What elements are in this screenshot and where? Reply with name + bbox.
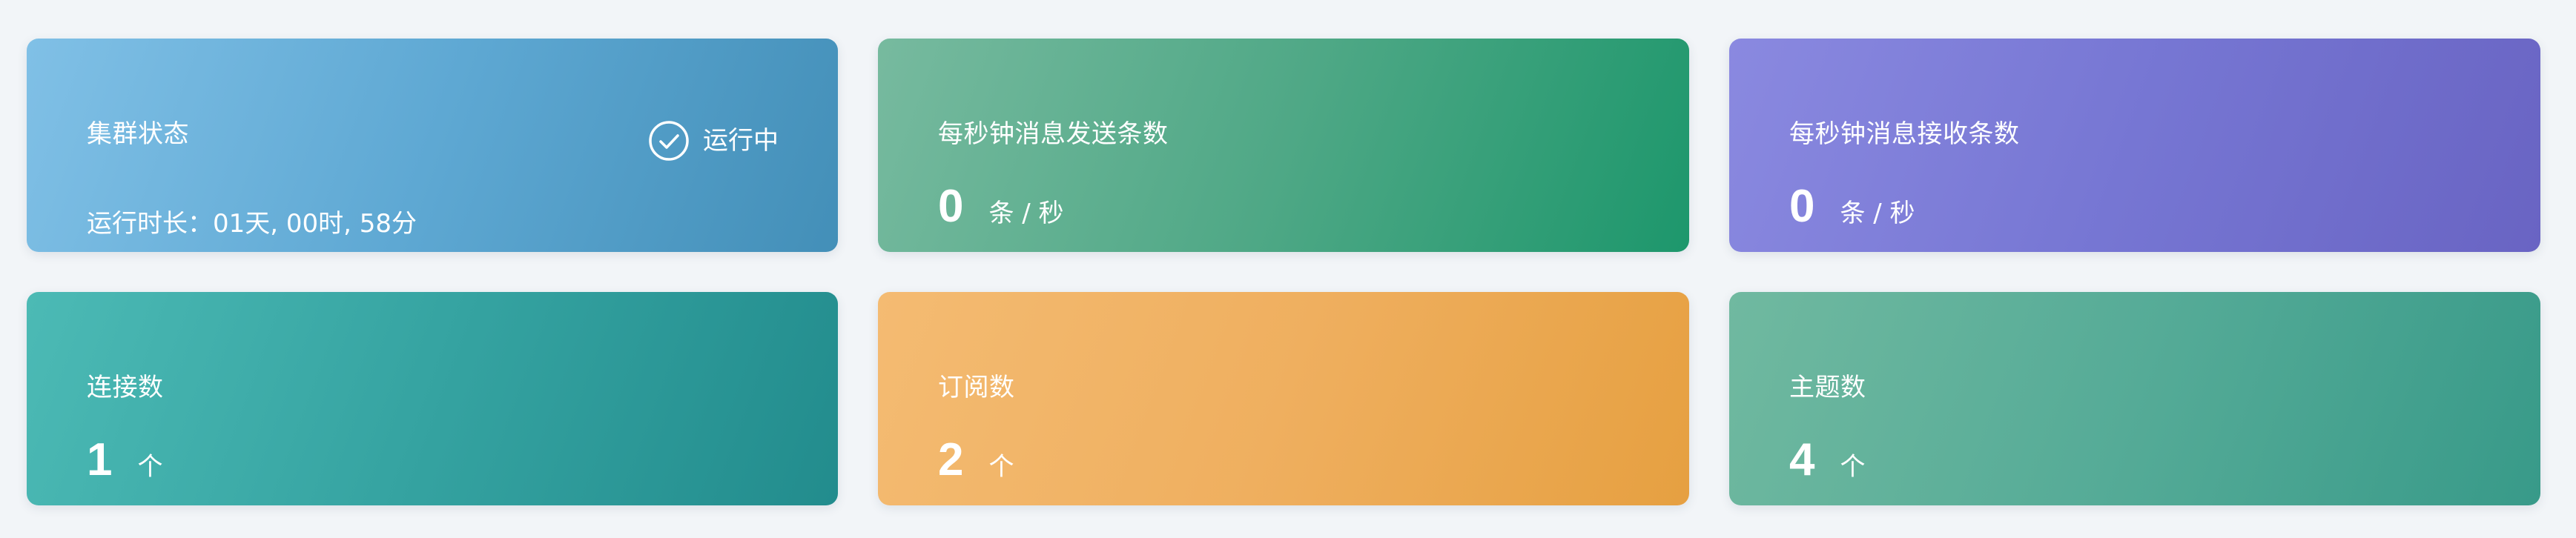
cluster-status-text: 运行中 — [703, 126, 779, 156]
topics-card: 主题数 4 个 — [1729, 292, 2540, 505]
receive-rate-title: 每秒钟消息接收条数 — [1789, 119, 2020, 149]
topics-value: 4 — [1789, 434, 1815, 485]
send-rate-value: 0 — [938, 181, 964, 232]
send-rate-value-row: 0 条 / 秒 — [938, 184, 1064, 230]
cluster-uptime: 运行时长：01天, 00时, 58分 — [87, 209, 417, 239]
topics-title: 主题数 — [1789, 373, 1866, 402]
subscriptions-card: 订阅数 2 个 — [878, 292, 1689, 505]
send-rate-card: 每秒钟消息发送条数 0 条 / 秒 — [878, 39, 1689, 252]
connections-unit: 个 — [137, 452, 163, 482]
subscriptions-value: 2 — [938, 434, 964, 485]
send-rate-title: 每秒钟消息发送条数 — [938, 119, 1169, 149]
send-rate-unit: 条 / 秒 — [988, 199, 1064, 228]
subscriptions-unit: 个 — [988, 452, 1014, 482]
cluster-running-status: 运行中 — [648, 120, 779, 162]
check-circle-icon — [649, 121, 689, 161]
topics-value-row: 4 个 — [1789, 437, 1865, 483]
cluster-status-card: 集群状态 运行中 运行时长：01天, 00时, 58分 — [27, 39, 838, 252]
receive-rate-unit: 条 / 秒 — [1840, 199, 1915, 228]
subscriptions-value-row: 2 个 — [938, 437, 1014, 483]
receive-rate-card: 每秒钟消息接收条数 0 条 / 秒 — [1729, 39, 2540, 252]
connections-value-row: 1 个 — [87, 437, 162, 483]
receive-rate-value-row: 0 条 / 秒 — [1789, 184, 1915, 230]
dashboard-overview: 集群状态 运行中 运行时长：01天, 00时, 58分 每秒钟消息发送条数 0 … — [0, 0, 2576, 538]
connections-title: 连接数 — [87, 373, 164, 402]
topics-unit: 个 — [1840, 452, 1866, 482]
cluster-status-title: 集群状态 — [87, 119, 189, 149]
connections-value: 1 — [87, 434, 113, 485]
connections-card: 连接数 1 个 — [27, 292, 838, 505]
receive-rate-value: 0 — [1789, 181, 1815, 232]
subscriptions-title: 订阅数 — [938, 373, 1015, 402]
